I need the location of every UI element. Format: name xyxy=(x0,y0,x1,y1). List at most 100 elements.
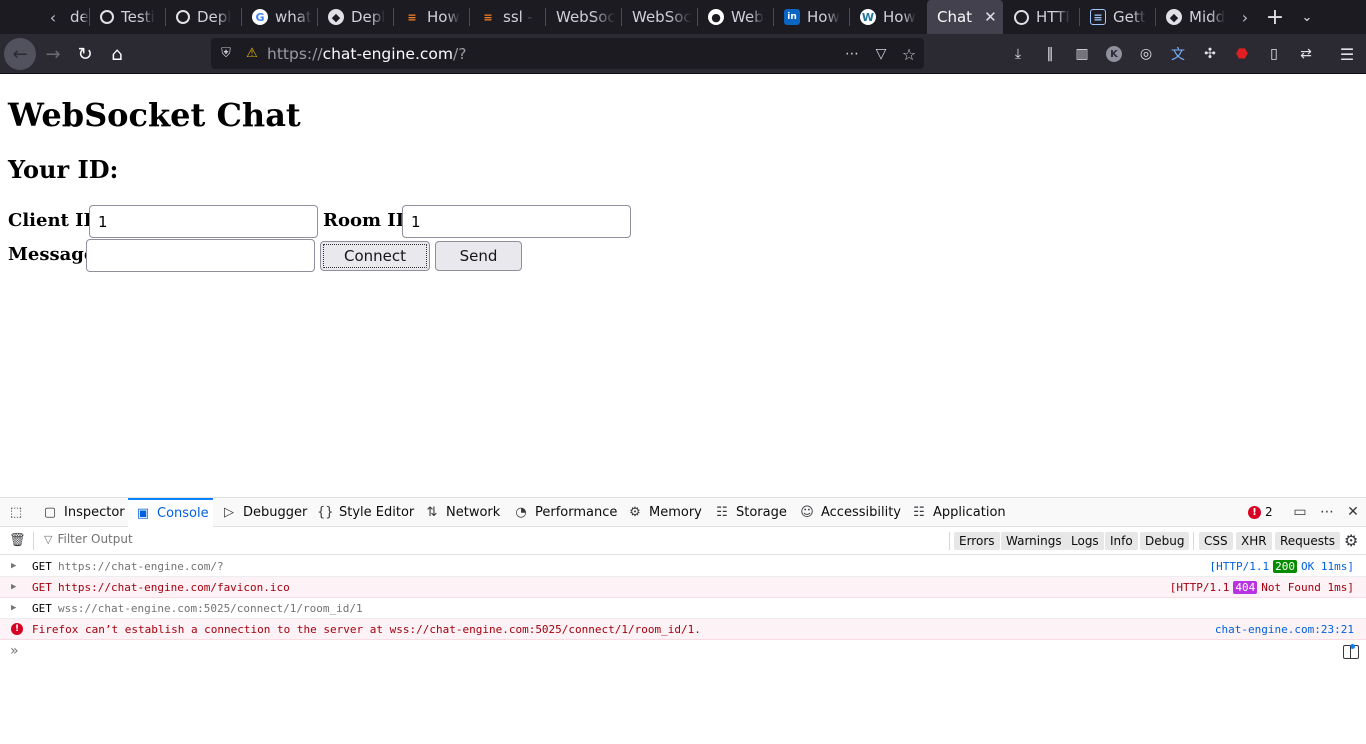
scroll-tabs-right-icon[interactable]: › xyxy=(1230,0,1260,34)
log-status-text: OK 11ms] xyxy=(1301,559,1354,573)
tab-10[interactable]: ● Web xyxy=(698,0,774,34)
tab-application[interactable]: ☷ Application xyxy=(911,498,1005,527)
tab-11[interactable]: in How xyxy=(774,0,850,34)
expand-triangle-icon[interactable]: ▶ xyxy=(11,582,16,592)
tab-8[interactable]: WebSoc xyxy=(546,0,622,34)
document-icon[interactable]: ▯ xyxy=(1263,43,1285,65)
devtools-menu-icon[interactable]: ⋯ xyxy=(1318,502,1336,522)
tab-7[interactable]: ≡ ssl - xyxy=(470,0,546,34)
send-button[interactable]: Send xyxy=(435,241,522,271)
tab-2[interactable]: Testi xyxy=(90,0,166,34)
close-tab-icon[interactable]: ✕ xyxy=(984,8,997,26)
tab-label: Depl xyxy=(351,8,386,26)
filter-css-button[interactable]: CSS xyxy=(1199,532,1233,550)
console-error-message[interactable]: ! Firefox can’t establish a connection t… xyxy=(0,619,1366,640)
tab-performance[interactable]: ◔ Performance xyxy=(513,498,617,527)
list-all-tabs-icon[interactable]: ⌄ xyxy=(1293,0,1321,34)
new-tab-icon[interactable]: + xyxy=(1261,0,1289,34)
tab-label: Debugger xyxy=(243,505,308,520)
tab-style-editor[interactable]: {} Style Editor xyxy=(317,498,414,527)
console-log-row-error[interactable]: ▶ GET https://chat-engine.com/favicon.ic… xyxy=(0,577,1366,598)
translate-icon[interactable]: 文 xyxy=(1167,43,1189,65)
reload-icon[interactable]: ↻ xyxy=(69,38,101,70)
sync-icon[interactable]: ⇄ xyxy=(1295,43,1317,65)
tab-memory[interactable]: ⚙ Memory xyxy=(627,498,702,527)
log-url[interactable]: https://chat-engine.com/favicon.ico xyxy=(58,581,290,594)
expand-triangle-icon[interactable]: ▶ xyxy=(11,603,16,613)
filter-requests-button[interactable]: Requests xyxy=(1275,532,1340,550)
dock-toggle-icon[interactable]: ▭ xyxy=(1291,502,1309,522)
extension-k-icon[interactable]: K xyxy=(1103,43,1125,65)
room-id-field[interactable]: 1 xyxy=(402,205,631,238)
back-arrow-icon[interactable]: ← xyxy=(4,38,36,70)
console-settings-gear-icon[interactable]: ⚙ xyxy=(1344,531,1358,550)
tab-1[interactable]: de xyxy=(60,0,90,34)
tab-console[interactable]: ▣ Console xyxy=(128,498,213,527)
shield-icon[interactable]: ⛨ xyxy=(217,45,235,63)
client-id-field[interactable]: 1 xyxy=(89,205,318,238)
tab-storage[interactable]: ☷ Storage xyxy=(714,498,787,527)
tab-label: WebSoc xyxy=(632,8,692,26)
url-text[interactable]: https://chat-engine.com/? xyxy=(267,45,466,63)
tab-15[interactable]: ≡ Gett xyxy=(1080,0,1156,34)
ublock-icon[interactable]: ⬣ xyxy=(1231,43,1253,65)
tab-9[interactable]: WebSoc xyxy=(622,0,698,34)
tab-16[interactable]: ◆ Midd xyxy=(1156,0,1230,34)
filter-xhr-button[interactable]: XHR xyxy=(1236,532,1272,550)
filter-debug-button[interactable]: Debug xyxy=(1140,532,1190,550)
trash-icon[interactable]: 🗑 xyxy=(9,533,26,548)
bookmark-star-icon[interactable]: ☆ xyxy=(899,44,919,64)
globe-extension-icon[interactable]: ◎ xyxy=(1135,43,1157,65)
filter-info-button[interactable]: Info xyxy=(1105,532,1138,550)
tab-3[interactable]: Depl xyxy=(166,0,242,34)
navigation-toolbar: ← → ↻ ⌂ ⛨ ⚠ https://chat-engine.com/? ⋯ … xyxy=(0,34,1366,74)
tab-network[interactable]: ⇅ Network xyxy=(424,498,501,527)
tab-5[interactable]: ◆ Depl xyxy=(318,0,394,34)
pocket-icon[interactable]: ▽ xyxy=(871,44,891,64)
tab-debugger[interactable]: ▷ Debugger xyxy=(221,498,307,527)
filter-errors-button[interactable]: Errors xyxy=(954,532,1000,550)
url-bar[interactable]: ⛨ ⚠ https://chat-engine.com/? ⋯ ▽ ☆ xyxy=(211,38,924,69)
error-count-badge[interactable]: ! 2 xyxy=(1248,502,1273,522)
library-icon[interactable]: ‖ xyxy=(1039,43,1061,65)
message-field[interactable] xyxy=(86,239,315,272)
console-log-row[interactable]: ▶ GET https://chat-engine.com/? [HTTP/1.… xyxy=(0,556,1366,577)
expand-triangle-icon[interactable]: ▶ xyxy=(11,561,16,571)
extension-icon[interactable]: ✣ xyxy=(1199,43,1221,65)
stackoverflow-icon: ≡ xyxy=(483,10,493,24)
error-source-link[interactable]: chat-engine.com:23:21 xyxy=(1215,623,1354,636)
console-log-row[interactable]: ▶ GET wss://chat-engine.com:5025/connect… xyxy=(0,598,1366,619)
tab-12[interactable]: W How xyxy=(850,0,926,34)
tab-6[interactable]: ≡ How xyxy=(394,0,470,34)
tab-label: Console xyxy=(157,506,209,521)
log-url[interactable]: https://chat-engine.com/? xyxy=(58,560,224,573)
filter-output-input[interactable]: ▽ Filter Output xyxy=(44,532,133,546)
url-scheme: https:// xyxy=(267,44,323,63)
log-url[interactable]: wss://chat-engine.com:5025/connect/1/roo… xyxy=(58,602,363,615)
forward-arrow-icon[interactable]: → xyxy=(37,38,69,70)
hamburger-menu-icon[interactable]: ☰ xyxy=(1336,43,1358,65)
tab-14[interactable]: HTTI xyxy=(1004,0,1080,34)
downloads-icon[interactable]: ⤓ xyxy=(1007,43,1029,65)
connect-button[interactable]: Connect xyxy=(320,241,430,271)
element-picker-icon[interactable]: ⬚ xyxy=(8,498,30,527)
sidebar-icon[interactable]: ▥ xyxy=(1071,43,1093,65)
tab-inspector[interactable]: ▢ Inspector xyxy=(42,498,125,527)
console-sidebar-toggle-icon[interactable] xyxy=(1343,644,1359,659)
tab-chat-active[interactable]: Chat ✕ xyxy=(927,0,1003,34)
filter-placeholder: Filter Output xyxy=(57,532,133,546)
inspector-icon: ▢ xyxy=(43,505,57,520)
filter-warnings-button[interactable]: Warnings xyxy=(1001,532,1067,550)
tab-bar: ‹ de Testi Depl G what ◆ Depl ≡ How ≡ ss… xyxy=(0,0,1366,34)
tab-accessibility[interactable]: ☺ Accessibility xyxy=(799,498,901,527)
tab-4[interactable]: G what xyxy=(242,0,318,34)
page-actions-icon[interactable]: ⋯ xyxy=(842,44,862,64)
console-input[interactable]: » xyxy=(0,642,1366,664)
page-content: WebSocket Chat Your ID: Client ID 1 Room… xyxy=(0,74,1366,497)
filter-logs-button[interactable]: Logs xyxy=(1066,532,1104,550)
warning-lock-icon[interactable]: ⚠ xyxy=(243,45,261,63)
close-devtools-icon[interactable]: ✕ xyxy=(1344,502,1362,522)
home-icon[interactable]: ⌂ xyxy=(101,38,133,70)
tab-label: Testi xyxy=(121,8,155,26)
console-filter-bar: 🗑 ▽ Filter Output Errors Warnings Logs I… xyxy=(0,527,1366,555)
